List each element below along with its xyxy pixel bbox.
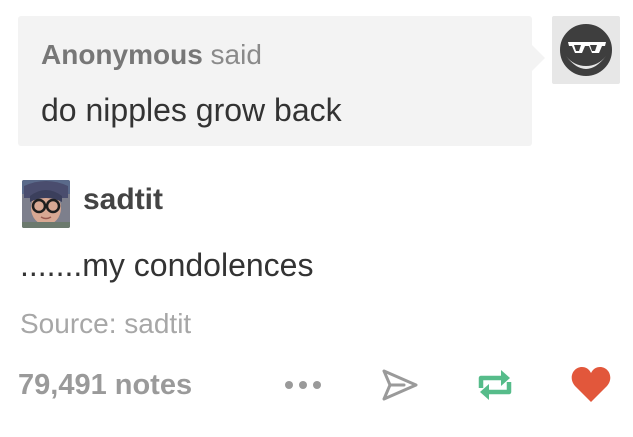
more-dots-icon xyxy=(285,381,321,389)
more-options-button[interactable] xyxy=(282,372,326,398)
question-text: do nipples grow back xyxy=(41,92,342,128)
asker-said-label: said xyxy=(202,39,262,70)
like-button[interactable] xyxy=(570,365,612,405)
answerer-avatar[interactable] xyxy=(22,180,70,228)
user-avatar-photo xyxy=(22,180,70,228)
notes-count[interactable]: 79,491 notes xyxy=(18,367,192,403)
anonymous-avatar[interactable] xyxy=(552,16,620,84)
asker-line: Anonymous said xyxy=(41,39,262,71)
answer-text: .......my condolences xyxy=(20,247,314,283)
answerer-name[interactable]: sadtit xyxy=(83,182,163,218)
reblog-icon xyxy=(478,370,512,400)
share-button[interactable] xyxy=(380,366,420,404)
reblog-button[interactable] xyxy=(474,366,516,404)
source-link[interactable]: Source: sadtit xyxy=(20,307,191,341)
sunglasses-face-icon xyxy=(560,24,612,76)
heart-icon xyxy=(571,367,611,402)
ask-bubble: Anonymous said do nipples grow back xyxy=(18,16,545,146)
share-paper-plane-icon xyxy=(382,369,418,401)
asker-name[interactable]: Anonymous xyxy=(41,39,203,70)
